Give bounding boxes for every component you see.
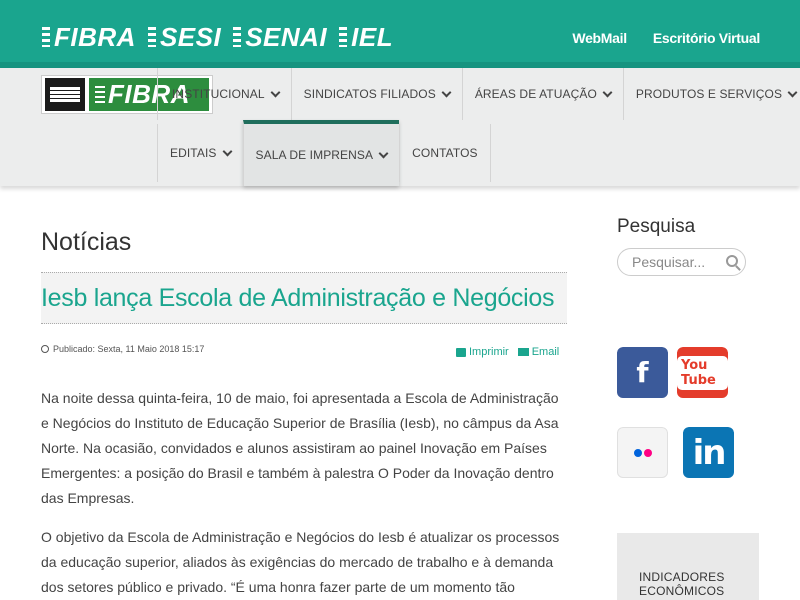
- article-title-box: Iesb lança Escola de Administração e Neg…: [41, 272, 567, 324]
- nav-produtos-label: Produtos e Serviços: [635, 87, 783, 101]
- search-input[interactable]: [632, 254, 728, 270]
- page-title: Notícias: [41, 228, 132, 256]
- youtube-label: You Tube: [677, 355, 728, 390]
- nav-sala-de-imprensa[interactable]: Sala de Imprensa: [242, 120, 400, 186]
- brand-sesi[interactable]: SESI: [147, 22, 221, 52]
- chevron-down-icon: [787, 87, 798, 97]
- top-bar: FIBRA SESI SENAI IEL WebMail Escritório …: [0, 0, 800, 68]
- nav-areas-label: Áreas de Atuação: [474, 87, 597, 101]
- nav-institucional-label: Institucional: [172, 87, 265, 101]
- flickr-button[interactable]: [617, 427, 668, 482]
- youtube-button[interactable]: You Tube: [677, 347, 728, 402]
- envelope-icon: [517, 348, 529, 356]
- top-links: WebMail Escritório Virtual: [572, 30, 760, 46]
- escritorio-virtual-link[interactable]: Escritório Virtual: [653, 30, 760, 46]
- facebook-icon: f: [617, 347, 668, 398]
- youtube-icon: You Tube: [677, 347, 728, 398]
- nav-sala-label: Sala de Imprensa: [255, 148, 374, 162]
- nav-contatos-label: Contatos: [412, 146, 478, 160]
- article-actions: Imprimir Email: [456, 346, 559, 358]
- nav-editais-label: Editais: [170, 146, 217, 160]
- email-button[interactable]: Email: [517, 346, 560, 358]
- search-box: [617, 248, 746, 276]
- article-paragraph: O objetivo da Escola de Administração e …: [41, 529, 560, 595]
- nav-sindicatos-label: Sindicatos Filiados: [303, 87, 436, 101]
- linkedin-button[interactable]: in: [683, 427, 734, 482]
- nav-produtos-e-servicos[interactable]: Produtos e Serviços: [622, 68, 800, 120]
- nav-editais[interactable]: Editais: [157, 124, 243, 182]
- chevron-down-icon: [222, 146, 232, 156]
- clock-icon: [41, 345, 49, 353]
- search-icon[interactable]: [726, 255, 738, 267]
- facebook-button[interactable]: f: [617, 347, 668, 402]
- chevron-down-icon: [602, 87, 613, 97]
- print-button[interactable]: Imprimir: [456, 346, 509, 358]
- indicators-label: INDICADORES ECONÔMICOS: [639, 570, 725, 598]
- chevron-down-icon: [378, 148, 389, 158]
- email-label: Email: [531, 346, 560, 358]
- chevron-down-icon: [270, 87, 281, 97]
- search-title: Pesquisa: [617, 216, 696, 237]
- nav-contatos[interactable]: Contatos: [399, 124, 491, 182]
- nav-row-1: Institucional Sindicatos Filiados Áreas …: [157, 68, 800, 120]
- brand-senai[interactable]: SENAI: [233, 22, 327, 52]
- article-title[interactable]: Iesb lança Escola de Administração e Neg…: [41, 284, 554, 313]
- article-paragraph: Na noite dessa quinta-feira, 10 de maio,…: [41, 390, 559, 506]
- print-label: Imprimir: [469, 346, 509, 358]
- flickr-icon: [617, 427, 668, 478]
- webmail-link[interactable]: WebMail: [572, 30, 627, 46]
- fibra-mini-logo: [45, 78, 85, 111]
- brand-fibra[interactable]: FIBRA: [42, 22, 136, 52]
- linkedin-icon: in: [683, 427, 734, 478]
- indicadores-economicos-banner[interactable]: INDICADORES ECONÔMICOS: [617, 533, 759, 600]
- nav-institucional[interactable]: Institucional: [157, 68, 291, 120]
- nav-row-2: Editais Sala de Imprensa Contatos: [157, 120, 491, 186]
- print-icon: [456, 347, 466, 357]
- nav-sindicatos-filiados[interactable]: Sindicatos Filiados: [290, 68, 462, 120]
- nav-areas-de-atuacao[interactable]: Áreas de Atuação: [461, 68, 623, 120]
- published-date: Publicado: Sexta, 11 Maio 2018 15:17: [53, 344, 205, 354]
- brand-strip: FIBRA SESI SENAI IEL: [42, 22, 393, 52]
- article-body: Na noite dessa quinta-feira, 10 de maio,…: [41, 386, 567, 600]
- chevron-down-icon: [441, 87, 452, 97]
- brand-iel[interactable]: IEL: [339, 22, 393, 52]
- published-meta: Publicado: Sexta, 11 Maio 2018 15:17: [41, 344, 204, 354]
